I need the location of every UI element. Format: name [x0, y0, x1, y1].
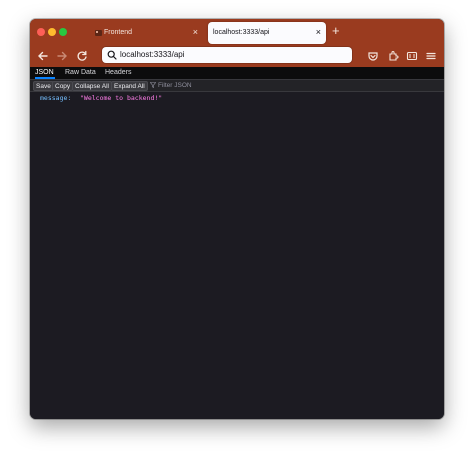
- pocket-icon[interactable]: [366, 49, 380, 63]
- url-text: localhost:3333/api: [120, 50, 185, 59]
- json-content: message: "Welcome to backend!": [30, 92, 444, 419]
- tab-bar: Frontend × localhost:3333/api × +: [30, 19, 444, 45]
- tab-frontend[interactable]: Frontend ×: [90, 22, 203, 44]
- browser-window: Frontend × localhost:3333/api × + localh…: [30, 19, 444, 419]
- json-row[interactable]: message: "Welcome to backend!": [40, 94, 162, 102]
- tab-localhost-api[interactable]: localhost:3333/api ×: [208, 22, 326, 44]
- filter-icon: [150, 82, 156, 88]
- json-value: "Welcome to backend!": [80, 94, 163, 102]
- minimize-window-button[interactable]: [48, 28, 56, 36]
- arrow-left-icon[interactable]: [36, 49, 50, 63]
- reload-icon[interactable]: [75, 49, 89, 63]
- filter-placeholder: Filter JSON: [158, 82, 192, 89]
- tab-json[interactable]: JSON: [35, 67, 55, 79]
- address-bar[interactable]: localhost:3333/api: [102, 47, 352, 63]
- tab-label: Frontend: [104, 29, 133, 36]
- save-button[interactable]: Save: [33, 81, 54, 91]
- plus-icon[interactable]: +: [332, 24, 340, 37]
- close-tab-icon[interactable]: ×: [316, 27, 321, 37]
- tab-headers[interactable]: Headers: [105, 67, 131, 79]
- tab-raw-data[interactable]: Raw Data: [65, 67, 96, 79]
- extensions-icon[interactable]: [386, 49, 400, 63]
- expand-all-button[interactable]: Expand All: [111, 81, 148, 91]
- favicon-icon: [95, 30, 102, 36]
- collapse-all-button[interactable]: Collapse All: [72, 81, 112, 91]
- copy-button[interactable]: Copy: [52, 81, 74, 91]
- arrow-right-icon[interactable]: [55, 49, 69, 63]
- nav-bar: localhost:3333/api: [30, 45, 444, 67]
- json-toolbar: Save Copy Collapse All Expand All Filter…: [30, 80, 444, 92]
- close-tab-icon[interactable]: ×: [193, 27, 198, 37]
- json-viewer-tabs: JSON Raw Data Headers: [30, 67, 444, 80]
- hamburger-menu-icon[interactable]: [424, 49, 438, 63]
- search-icon: [107, 50, 117, 60]
- tab-label: localhost:3333/api: [213, 29, 270, 36]
- close-window-button[interactable]: [37, 28, 45, 36]
- reader-icon[interactable]: [405, 49, 419, 63]
- filter-json-input[interactable]: Filter JSON: [150, 81, 192, 91]
- json-key: message:: [40, 94, 72, 102]
- zoom-window-button[interactable]: [59, 28, 67, 36]
